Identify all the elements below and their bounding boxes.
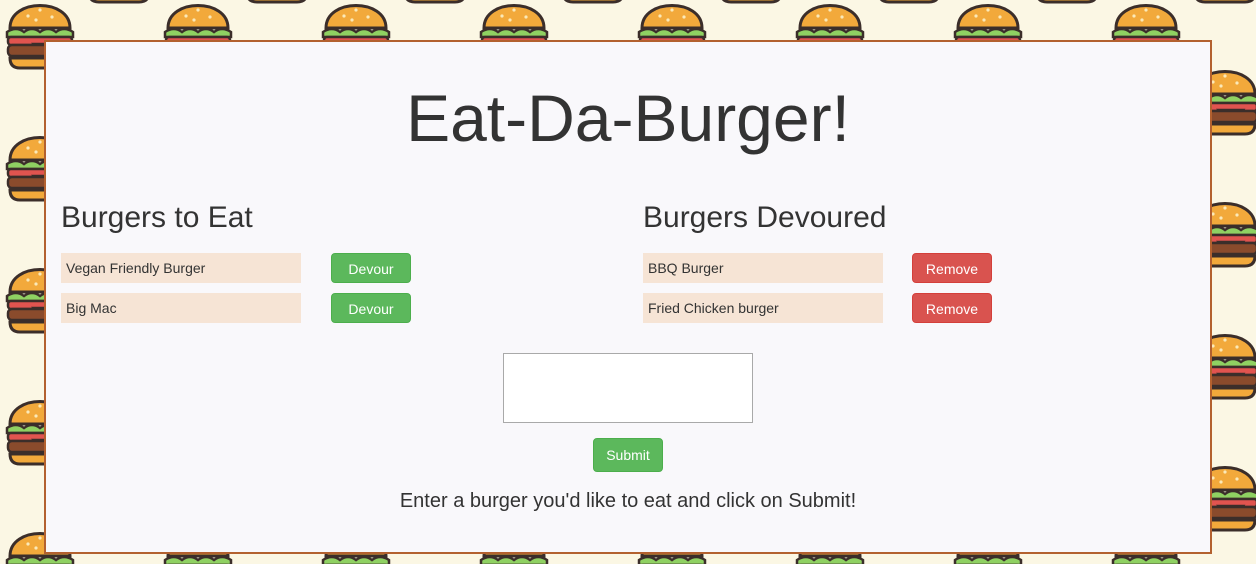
burgers-devoured-heading: Burgers Devoured xyxy=(643,201,887,234)
main-panel: Eat-Da-Burger! Burgers to Eat Vegan Frie… xyxy=(44,40,1212,554)
remove-button[interactable]: Remove xyxy=(912,293,992,323)
burger-name: Fried Chicken burger xyxy=(643,293,883,323)
instructions-text: Enter a burger you'd like to eat and cli… xyxy=(399,490,857,512)
devour-button[interactable]: Devour xyxy=(331,293,411,323)
burger-input[interactable] xyxy=(503,353,753,423)
remove-button[interactable]: Remove xyxy=(912,253,992,283)
submit-button[interactable]: Submit xyxy=(593,438,663,472)
page-title: Eat-Da-Burger! xyxy=(406,81,850,155)
burger-name: Big Mac xyxy=(61,293,301,323)
burger-name: Vegan Friendly Burger xyxy=(61,253,301,283)
burgers-to-eat-heading: Burgers to Eat xyxy=(61,201,253,234)
burger-name: BBQ Burger xyxy=(643,253,883,283)
devour-button[interactable]: Devour xyxy=(331,253,411,283)
